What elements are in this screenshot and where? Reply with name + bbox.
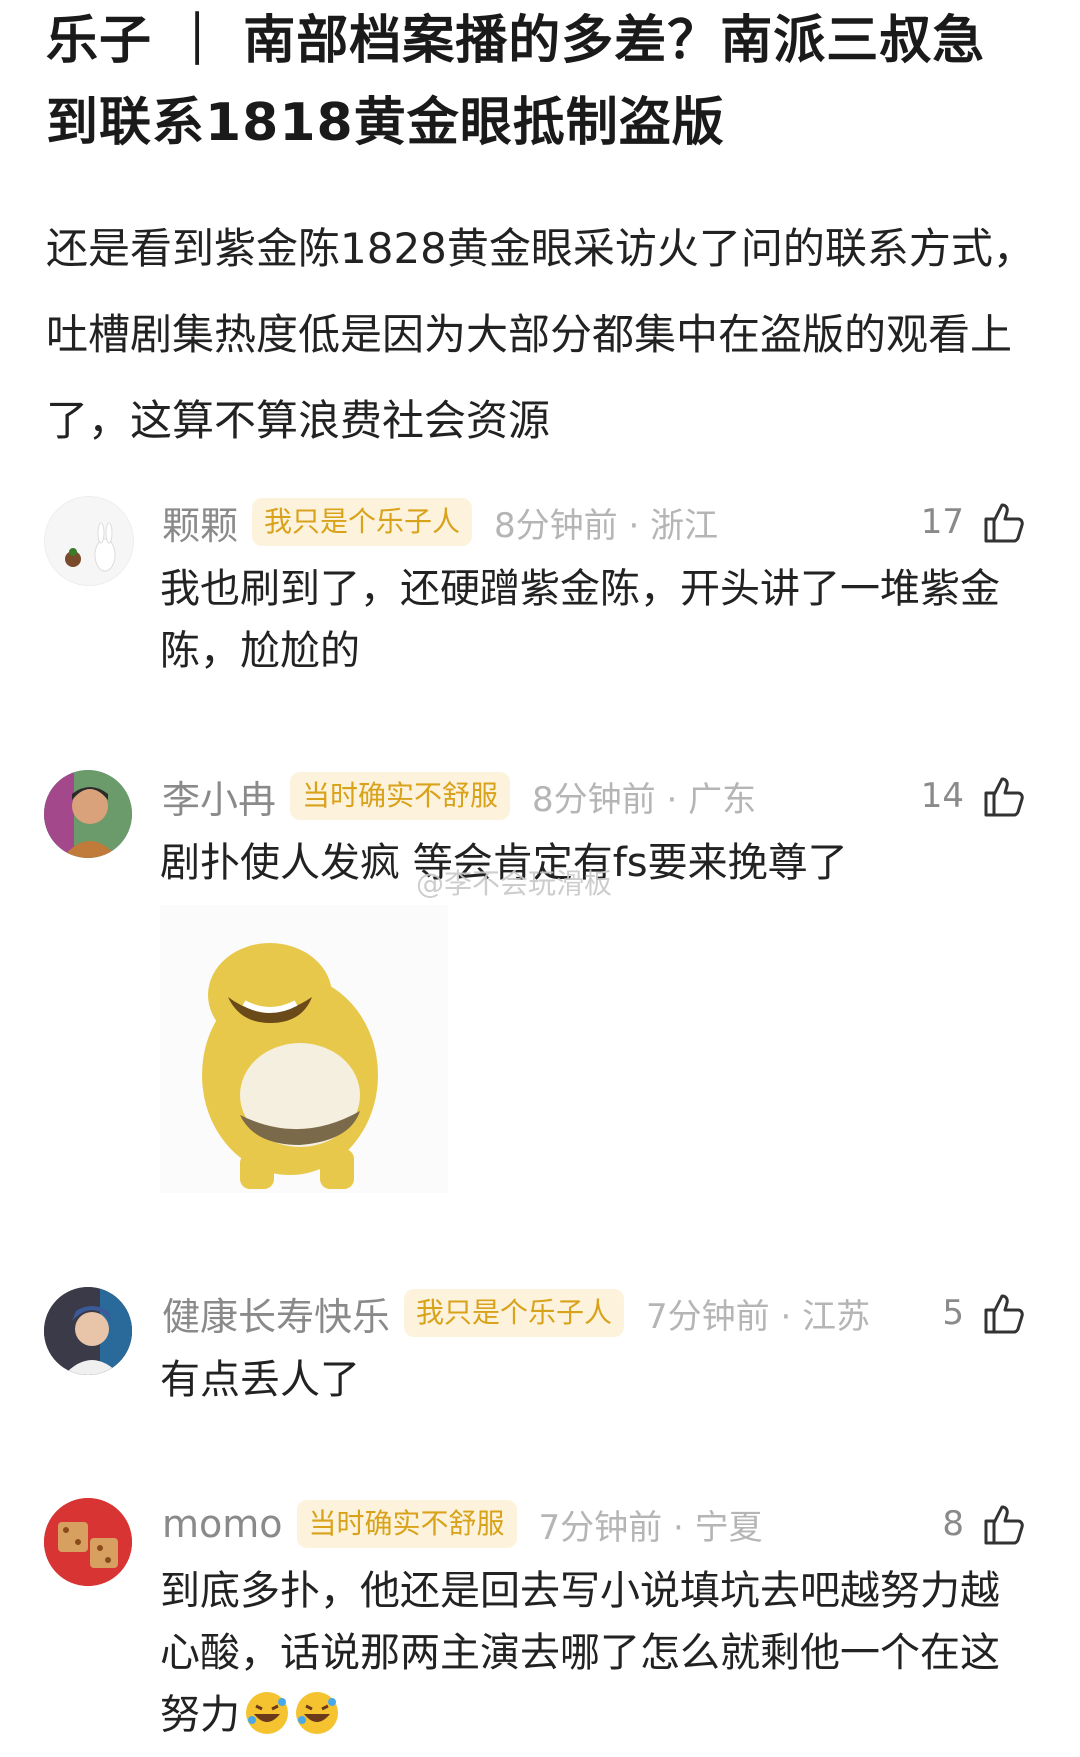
comment-meta: 李小冉 当时确实不舒服 8分钟前 · 广东 bbox=[162, 770, 756, 822]
thumbs-up-icon[interactable] bbox=[980, 771, 1030, 821]
rabbit-avatar-icon[interactable] bbox=[44, 496, 134, 586]
comment-meta: 颗颗 我只是个乐子人 8分钟前 · 浙江 bbox=[162, 496, 718, 548]
like-button[interactable]: 14 bbox=[921, 770, 1030, 822]
like-count: 8 bbox=[942, 1504, 964, 1544]
comment-text: 有点丢人了 bbox=[160, 1357, 360, 1403]
comment-time: 8分钟前 · 广东 bbox=[532, 779, 757, 820]
thumbs-up-icon[interactable] bbox=[980, 1499, 1030, 1549]
comment-time: 7分钟前 · 江苏 bbox=[646, 1296, 871, 1337]
comment-meta: momo 当时确实不舒服 7分钟前 · 宁夏 bbox=[162, 1498, 763, 1550]
like-count: 14 bbox=[920, 776, 964, 816]
like-button[interactable]: 5 bbox=[942, 1287, 1030, 1339]
thumbs-up-icon[interactable] bbox=[980, 1288, 1030, 1338]
comment-text: 到底多扑，他还是回去写小说填坑去吧越努力越心酸，话说那两主演去哪了怎么就剩他一个… bbox=[160, 1560, 1030, 1746]
user-badge: 当时确实不舒服 bbox=[290, 772, 511, 820]
watermark: @李不会玩滑板 bbox=[416, 867, 613, 900]
like-count: 17 bbox=[920, 502, 964, 542]
red-food-avatar-icon[interactable] bbox=[44, 1498, 132, 1586]
comment-time: 8分钟前 · 浙江 bbox=[494, 505, 719, 546]
person-avatar-icon[interactable] bbox=[44, 1287, 132, 1375]
yellow-bear-laughing-sticker-icon[interactable] bbox=[160, 905, 448, 1193]
user-badge: 我只是个乐子人 bbox=[404, 1289, 625, 1337]
user-badge: 当时确实不舒服 bbox=[296, 1500, 517, 1548]
like-count: 5 bbox=[942, 1293, 964, 1333]
thumbs-up-icon[interactable] bbox=[980, 497, 1030, 547]
rolling-laughing-emoji-icon bbox=[246, 1692, 288, 1734]
like-button[interactable]: 17 bbox=[921, 496, 1030, 548]
post-title: 乐子 ｜ 南部档案播的多差？南派三叔急到联系1818黄金眼抵制盗版 bbox=[46, 11, 986, 153]
comment-text: 我也刷到了，还硬蹭紫金陈，开头讲了一堆紫金陈，尬尬的 bbox=[160, 566, 1000, 674]
like-button[interactable]: 8 bbox=[942, 1498, 1030, 1550]
post-body: 还是看到紫金陈1828黄金眼采访火了问的联系方式，吐槽剧集热度低是因为大部分都集… bbox=[46, 224, 1035, 445]
rolling-laughing-emoji-icon bbox=[296, 1692, 338, 1734]
username[interactable]: 颗颗 bbox=[162, 495, 238, 550]
user-badge: 我只是个乐子人 bbox=[252, 498, 473, 546]
person-avatar-icon[interactable] bbox=[44, 770, 132, 858]
comment-meta: 健康长寿快乐 我只是个乐子人 7分钟前 · 江苏 bbox=[162, 1287, 870, 1339]
username[interactable]: momo bbox=[162, 1502, 283, 1546]
username[interactable]: 李小冉 bbox=[162, 769, 276, 824]
comment-time: 7分钟前 · 宁夏 bbox=[538, 1507, 763, 1548]
username[interactable]: 健康长寿快乐 bbox=[162, 1286, 390, 1341]
